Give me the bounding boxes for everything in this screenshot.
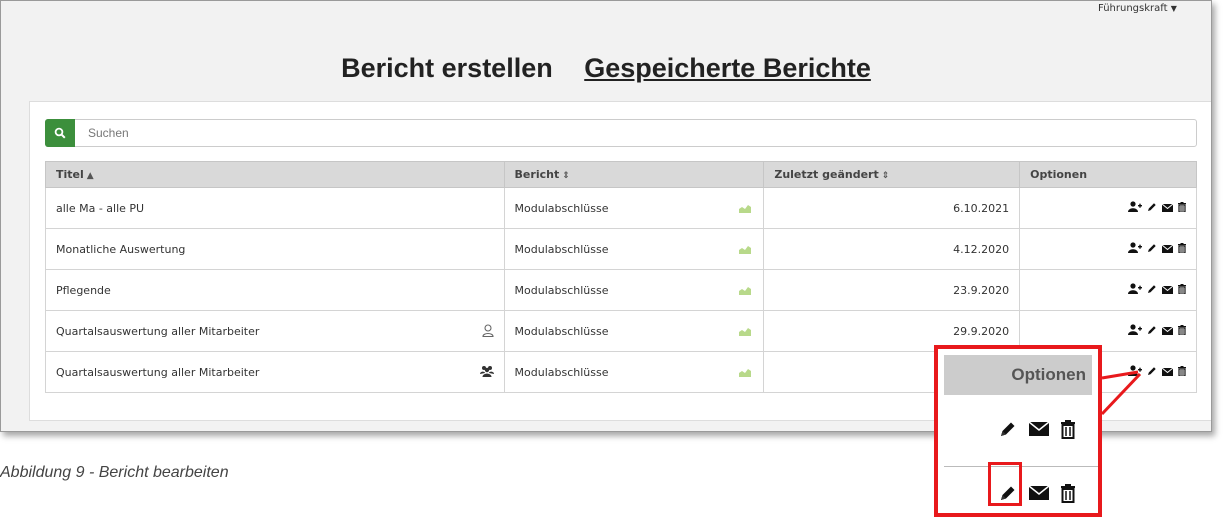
cell-zuletzt: 23.9.2020 bbox=[763, 269, 1021, 311]
pencil-icon[interactable] bbox=[1147, 284, 1157, 297]
col-header-titel[interactable]: Titel ▲ bbox=[45, 161, 505, 188]
pencil-icon[interactable] bbox=[1147, 325, 1157, 338]
tab-create-report[interactable]: Bericht erstellen bbox=[341, 53, 553, 83]
add-user-icon[interactable] bbox=[1128, 242, 1142, 256]
zoom-header: Optionen bbox=[944, 355, 1092, 395]
envelope-icon[interactable] bbox=[1028, 485, 1050, 501]
report-type: Modulabschlüsse bbox=[514, 283, 609, 297]
cell-titel: Monatliche Auswertung bbox=[45, 228, 505, 270]
report-title[interactable]: Quartalsauswertung aller Mitarbeiter bbox=[56, 366, 259, 379]
report-type: Modulabschlüsse bbox=[514, 242, 609, 256]
cell-zuletzt: 4.12.2020 bbox=[763, 228, 1021, 270]
area-chart-icon bbox=[739, 326, 752, 339]
highlight-marker bbox=[988, 462, 1022, 506]
trash-icon[interactable] bbox=[1178, 283, 1186, 297]
trash-icon[interactable] bbox=[1178, 242, 1186, 256]
search-input[interactable]: Suchen bbox=[88, 126, 129, 140]
sort-icon: ⇕ bbox=[562, 171, 570, 181]
cell-titel: Quartalsauswertung aller Mitarbeiter bbox=[45, 351, 505, 393]
table-row[interactable]: Monatliche Auswertung Modulabschlüsse 4.12… bbox=[45, 228, 1197, 270]
area-chart-icon bbox=[739, 285, 752, 298]
cell-titel: Quartalsauswertung aller Mitarbeiter bbox=[45, 310, 505, 352]
trash-icon[interactable] bbox=[1178, 365, 1186, 379]
zoom-callout: Optionen bbox=[934, 345, 1102, 517]
trash-icon[interactable] bbox=[1060, 419, 1076, 439]
row-actions bbox=[1128, 365, 1186, 379]
envelope-icon[interactable] bbox=[1161, 366, 1174, 379]
pencil-icon[interactable] bbox=[998, 419, 1018, 439]
trash-icon[interactable] bbox=[1060, 483, 1076, 503]
chevron-down-icon: ▼ bbox=[1170, 4, 1177, 13]
row-actions bbox=[1128, 283, 1186, 297]
cell-optionen bbox=[1019, 228, 1197, 270]
user-outline-icon bbox=[481, 324, 494, 340]
envelope-icon[interactable] bbox=[1161, 243, 1174, 256]
envelope-icon[interactable] bbox=[1028, 421, 1050, 437]
row-actions bbox=[1128, 242, 1186, 256]
report-title[interactable]: Quartalsauswertung aller Mitarbeiter bbox=[56, 325, 259, 338]
pencil-icon[interactable] bbox=[1147, 366, 1157, 379]
cell-bericht: Modulabschlüsse bbox=[503, 269, 765, 311]
report-title[interactable]: alle Ma - alle PU bbox=[56, 202, 144, 215]
envelope-icon[interactable] bbox=[1161, 325, 1174, 338]
row-actions bbox=[1128, 324, 1186, 338]
add-user-icon[interactable] bbox=[1128, 365, 1142, 379]
page-title: Bericht erstellen Gespeicherte Berichte bbox=[1, 53, 1211, 84]
col-header-bericht[interactable]: Bericht ⇕ bbox=[503, 161, 765, 188]
cell-bericht: Modulabschlüsse bbox=[503, 351, 765, 393]
search-button[interactable] bbox=[45, 119, 75, 147]
col-header-optionen: Optionen bbox=[1019, 161, 1197, 188]
cell-zuletzt: 6.10.2021 bbox=[763, 187, 1021, 229]
tab-saved-reports[interactable]: Gespeicherte Berichte bbox=[584, 53, 871, 83]
role-menu[interactable]: Führungskraft ▼ bbox=[1098, 3, 1177, 14]
search-icon bbox=[54, 127, 66, 139]
figure-caption: Abbildung 9 - Bericht bearbeiten bbox=[0, 464, 229, 481]
pencil-icon[interactable] bbox=[1147, 202, 1157, 215]
cell-titel: Pflegende bbox=[45, 269, 505, 311]
report-type: Modulabschlüsse bbox=[514, 365, 609, 379]
sort-asc-icon: ▲ bbox=[86, 171, 94, 181]
users-group-icon bbox=[479, 365, 494, 380]
sort-icon: ⇕ bbox=[881, 171, 890, 181]
envelope-icon[interactable] bbox=[1161, 202, 1174, 215]
add-user-icon[interactable] bbox=[1128, 324, 1142, 338]
search-field[interactable]: Suchen bbox=[45, 119, 1197, 147]
table-header-row: Titel ▲ Bericht ⇕ Zuletzt geändert ⇕ Option… bbox=[45, 161, 1197, 188]
report-type: Modulabschlüsse bbox=[514, 324, 609, 338]
report-title[interactable]: Monatliche Auswertung bbox=[56, 243, 185, 256]
trash-icon[interactable] bbox=[1178, 201, 1186, 215]
envelope-icon[interactable] bbox=[1161, 284, 1174, 297]
cell-bericht: Modulabschlüsse bbox=[503, 187, 765, 229]
area-chart-icon bbox=[739, 367, 752, 380]
add-user-icon[interactable] bbox=[1128, 283, 1142, 297]
trash-icon[interactable] bbox=[1178, 324, 1186, 338]
role-menu-label: Führungskraft bbox=[1098, 3, 1168, 14]
zoom-options-row bbox=[998, 419, 1076, 439]
add-user-icon[interactable] bbox=[1128, 201, 1142, 215]
report-type: Modulabschlüsse bbox=[514, 201, 609, 215]
cell-optionen bbox=[1019, 269, 1197, 311]
cell-titel: alle Ma - alle PU bbox=[45, 187, 505, 229]
row-actions bbox=[1128, 201, 1186, 215]
cell-optionen bbox=[1019, 187, 1197, 229]
pencil-icon[interactable] bbox=[1147, 243, 1157, 256]
area-chart-icon bbox=[739, 244, 752, 257]
cell-bericht: Modulabschlüsse bbox=[503, 228, 765, 270]
report-title[interactable]: Pflegende bbox=[56, 284, 111, 297]
cell-bericht: Modulabschlüsse bbox=[503, 310, 765, 352]
table-row[interactable]: alle Ma - alle PU Modulabschlüsse 6.10.202… bbox=[45, 187, 1197, 229]
area-chart-icon bbox=[739, 203, 752, 216]
col-header-zuletzt[interactable]: Zuletzt geändert ⇕ bbox=[763, 161, 1021, 188]
table-row[interactable]: Pflegende Modulabschlüsse 23.9.2020 bbox=[45, 269, 1197, 311]
